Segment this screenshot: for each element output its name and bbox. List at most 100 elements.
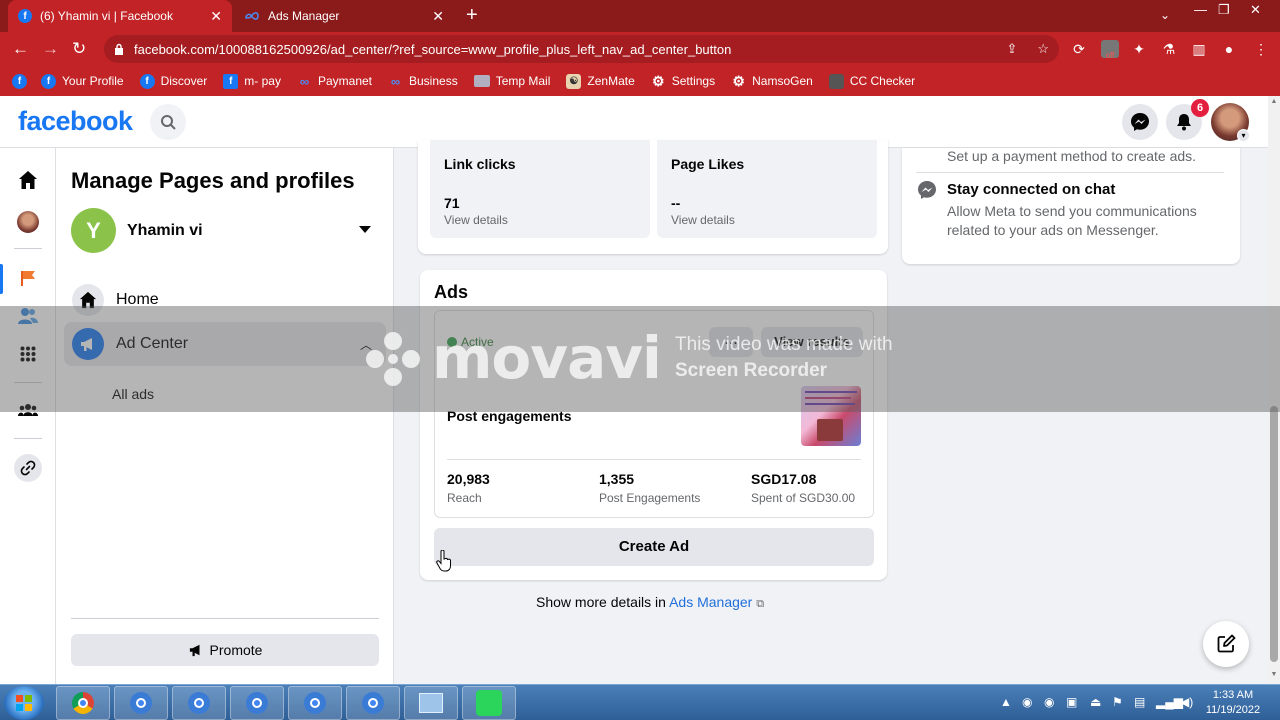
chat-title[interactable]: Stay connected on chat <box>947 181 1115 198</box>
bookmark-discover[interactable]: f Discover <box>139 73 208 89</box>
start-button[interactable] <box>4 686 44 720</box>
taskbar-control-panel[interactable] <box>404 686 458 720</box>
minimize-icon[interactable]: — <box>1194 2 1207 17</box>
puzzle-extensions-icon[interactable]: ✦ <box>1130 40 1148 58</box>
tray-flag-icon[interactable]: ⚑ <box>1112 695 1123 709</box>
forward-icon[interactable]: → <box>42 39 59 59</box>
taskbar-movavi[interactable] <box>462 686 516 720</box>
metric-value: SGD17.08 <box>751 471 817 487</box>
bookmark-temp-mail[interactable]: Temp Mail <box>473 74 551 88</box>
bookmark-business[interactable]: ∞ Business <box>388 74 458 89</box>
bookmark-m-pay[interactable]: f m- pay <box>223 73 281 89</box>
metric-label: Post Engagements <box>599 491 701 505</box>
facebook-logo[interactable]: facebook <box>18 106 133 137</box>
search-button[interactable] <box>150 104 186 140</box>
bookmark-label: Discover <box>160 74 208 88</box>
taskbar-chrome-green[interactable] <box>56 686 110 720</box>
side-panel-icon[interactable]: ▥ <box>1190 40 1208 58</box>
profile-avatar-icon[interactable] <box>16 210 40 234</box>
bookmark-settings[interactable]: ⚙ Settings <box>651 72 716 89</box>
stat-value: -- <box>671 195 681 211</box>
bookmark-zenmate[interactable]: ☯ ZenMate <box>566 73 635 89</box>
ads-title: Ads <box>434 282 469 302</box>
profile-icon[interactable]: ● <box>1220 40 1238 58</box>
create-ad-button[interactable]: Create Ad <box>434 528 874 566</box>
watermark-brand: movavi <box>432 324 662 392</box>
bookmark-facebook[interactable]: f <box>12 73 33 89</box>
taskbar-chrome-profile-1[interactable] <box>172 686 226 720</box>
bookmark-label: ZenMate <box>587 74 635 88</box>
close-tab-icon[interactable]: ✕ <box>210 8 222 25</box>
windows-taskbar: ▲ ◉ ◉ ▣ ⏏ ⚑ ▤ ▂▄▆ ◀) 1:33 AM 11/19/2022 <box>0 684 1280 720</box>
tray-monitor-icon[interactable]: ▣ <box>1066 695 1077 709</box>
bookmark-paymanet[interactable]: ∞ Paymanet <box>297 74 372 89</box>
extension-off-icon[interactable]: off <box>1101 40 1119 60</box>
promote-button[interactable]: Promote <box>71 634 379 666</box>
scroll-up-icon[interactable]: ▲ <box>1270 98 1278 105</box>
taskbar-chrome-blue[interactable] <box>114 686 168 720</box>
tray-chrome-icon[interactable]: ◉ <box>1022 695 1032 709</box>
ads-manager-link[interactable]: Ads Manager <box>669 594 752 610</box>
meta-icon: ∞ <box>299 73 310 89</box>
chrome-icon <box>72 692 94 714</box>
profile-avatar[interactable]: Y <box>71 208 116 253</box>
gear-icon: ⚙ <box>651 72 665 89</box>
link-icon[interactable] <box>14 454 42 482</box>
new-tab-button[interactable]: + <box>466 5 478 25</box>
home-icon[interactable] <box>16 168 40 192</box>
back-icon[interactable]: ← <box>12 39 29 59</box>
results-card: Link clicks 71 View details Page Likes -… <box>418 140 888 254</box>
bookmark-cc-checker[interactable]: CC Checker <box>828 73 915 89</box>
reload-icon[interactable]: ↻ <box>72 39 86 59</box>
panel-divider <box>71 618 379 619</box>
bookmark-label: Settings <box>671 74 716 88</box>
bookmark-your-profile[interactable]: f Your Profile <box>41 73 124 89</box>
scrollbar-thumb[interactable] <box>1270 406 1278 662</box>
view-details-link[interactable]: View details <box>444 213 508 227</box>
caret-down-icon[interactable] <box>359 226 371 233</box>
bell-icon <box>1177 114 1191 131</box>
address-bar[interactable]: facebook.com/100088162500926/ad_center/?… <box>104 35 1059 63</box>
zenmate-icon: ☯ <box>566 73 582 89</box>
taskbar-clock[interactable]: 1:33 AM 11/19/2022 <box>1198 688 1268 718</box>
bookmark-namsogen[interactable]: ⚙ NamsoGen <box>731 73 812 89</box>
new-message-button[interactable] <box>1203 621 1249 667</box>
chrome-icon <box>130 692 152 714</box>
tray-signal-icon[interactable]: ▂▄▆ <box>1156 695 1183 709</box>
taskbar-chrome-profile-4[interactable] <box>346 686 400 720</box>
taskbar-chrome-profile-3[interactable] <box>288 686 342 720</box>
tab-ads-manager[interactable]: Ads Manager ✕ <box>234 0 454 32</box>
extension-sync-icon[interactable]: ⟳ <box>1070 40 1088 58</box>
tab-facebook[interactable]: f (6) Yhamin vi | Facebook ✕ <box>8 0 232 32</box>
tray-chrome2-icon[interactable]: ◉ <box>1044 695 1054 709</box>
control-panel-icon <box>419 693 443 713</box>
external-link-icon: ⧉ <box>756 598 765 610</box>
menu-kebab-icon[interactable]: ⋮ <box>1252 40 1270 58</box>
close-window-icon[interactable]: ✕ <box>1250 2 1261 18</box>
panel-title: Manage Pages and profiles <box>71 168 355 193</box>
scroll-down-icon[interactable]: ▼ <box>1270 671 1278 678</box>
bookmark-label: Temp Mail <box>495 74 551 88</box>
tray-usb-icon[interactable]: ⏏ <box>1090 695 1101 709</box>
view-details-link[interactable]: View details <box>671 213 735 227</box>
share-icon[interactable]: ⇪ <box>1006 41 1017 57</box>
extension-badge: off <box>1105 51 1115 60</box>
tab-search-chevron-icon[interactable]: ⌄ <box>1160 8 1170 22</box>
bookmark-star-icon[interactable]: ☆ <box>1037 41 1049 57</box>
tray-expand-icon[interactable]: ▲ <box>1000 695 1012 709</box>
metric-value: 1,355 <box>599 471 635 487</box>
taskbar-chrome-profile-2[interactable] <box>230 686 284 720</box>
chevron-down-icon[interactable]: ▾ <box>1237 129 1250 142</box>
flag-icon[interactable] <box>16 266 40 290</box>
cc-checker-icon <box>828 73 844 89</box>
tray-network-icon[interactable]: ▤ <box>1134 695 1145 709</box>
ad-divider <box>447 459 861 460</box>
tray-volume-icon[interactable]: ◀) <box>1180 695 1193 709</box>
flask-icon[interactable]: ⚗ <box>1160 40 1178 58</box>
metric-label: Reach <box>447 491 482 505</box>
messenger-button[interactable] <box>1122 104 1158 140</box>
payment-method-text: Set up a payment method to create ads. <box>947 148 1197 164</box>
close-tab-icon[interactable]: ✕ <box>432 8 444 25</box>
restore-icon[interactable]: ❐ <box>1218 2 1230 18</box>
profile-name[interactable]: Yhamin vi <box>127 222 203 240</box>
